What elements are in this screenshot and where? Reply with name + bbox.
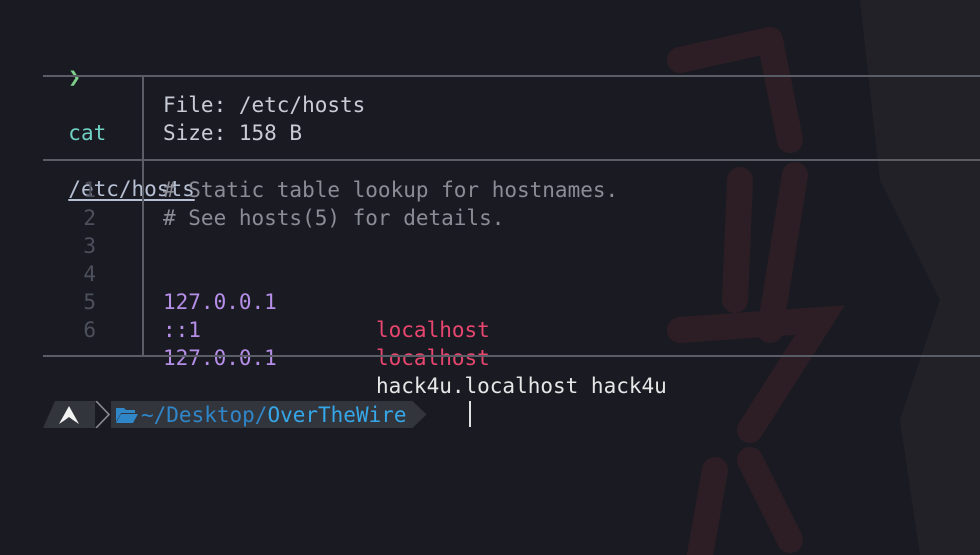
file-line-comment: # See hosts(5) for details. bbox=[163, 206, 505, 230]
arch-linux-icon bbox=[59, 405, 79, 424]
entry-host: localhost bbox=[376, 346, 490, 370]
line-number: 3 bbox=[83, 234, 96, 258]
line-number: 6 bbox=[83, 318, 96, 342]
file-line-entry: 127.0.0.1 hack4u.localhost hack4u bbox=[163, 316, 667, 400]
powerline-end-icon bbox=[412, 401, 427, 428]
entry-host: hack4u.localhost hack4u bbox=[376, 374, 667, 398]
header-gutter-divider bbox=[142, 77, 144, 159]
terminal-cursor[interactable] bbox=[469, 401, 471, 427]
path-prefix: ~/Desktop/ bbox=[141, 402, 268, 427]
folder-open-icon bbox=[116, 407, 138, 423]
os-segment bbox=[43, 401, 95, 428]
line-number: 4 bbox=[83, 262, 96, 286]
entry-ip: 127.0.0.1 bbox=[163, 346, 277, 370]
table-top-border bbox=[43, 75, 980, 77]
body-gutter-divider bbox=[142, 161, 144, 355]
entry-host: localhost bbox=[376, 318, 490, 342]
line-number: 2 bbox=[83, 206, 96, 230]
file-line-comment: # Static table lookup for hostnames. bbox=[163, 178, 619, 202]
line-number: 1 bbox=[83, 178, 96, 202]
powerline-separator-icon bbox=[95, 401, 111, 428]
wallpaper-art bbox=[667, 0, 980, 555]
prompt-chevron-icon: ❯ bbox=[68, 65, 81, 89]
command-name: cat bbox=[68, 121, 107, 145]
table-bottom-border bbox=[43, 355, 980, 357]
path-current-dir: OverTheWire bbox=[267, 402, 407, 427]
line-number: 5 bbox=[83, 290, 96, 314]
file-name-header: File: /etc/hosts bbox=[163, 93, 366, 117]
header-separator bbox=[43, 159, 980, 161]
file-size-header: Size: 158 B bbox=[163, 121, 303, 145]
shell-prompt: ~/Desktop/OverTheWire bbox=[43, 401, 427, 428]
path-segment: ~/Desktop/OverTheWire bbox=[111, 401, 413, 428]
